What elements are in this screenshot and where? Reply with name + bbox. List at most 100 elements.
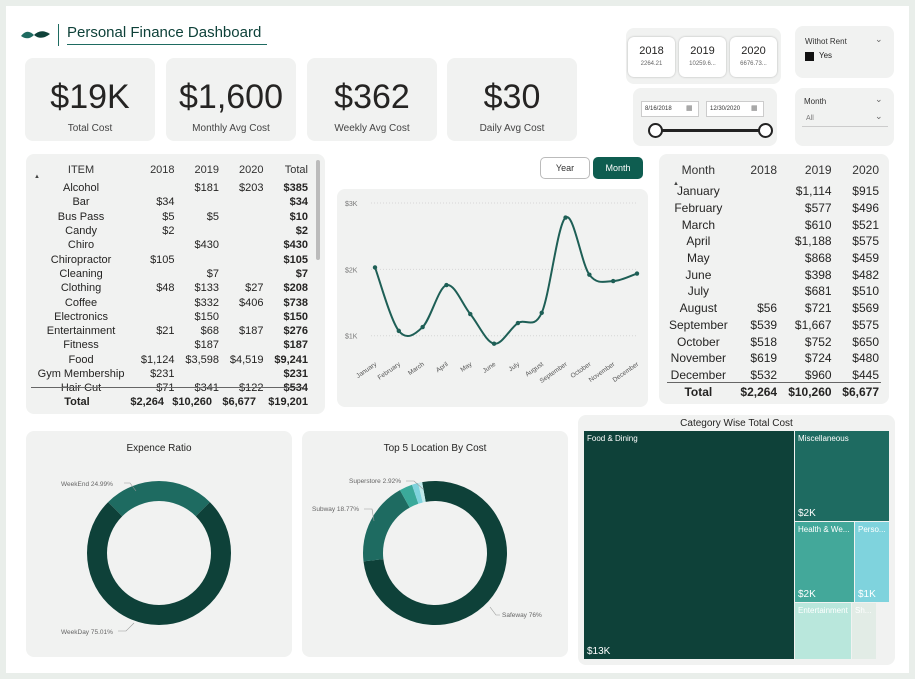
table-cell: March [681, 217, 716, 232]
item-table: ITEM 2018 2019 2020 Total Alcohol $181 $20… [29, 159, 311, 395]
month-toggle-button[interactable]: Month [593, 157, 643, 179]
table-cell: December [670, 367, 727, 382]
x-tick-label: June [482, 361, 498, 375]
table-row[interactable]: Clothing $48 $133 $27 $208 [29, 281, 311, 295]
slider-end-handle[interactable] [758, 123, 773, 138]
table-row[interactable]: Chiropractor $105 $105 [29, 252, 311, 266]
table-cell [178, 252, 222, 266]
table-row[interactable]: Alcohol $181 $203 $385 [29, 181, 311, 195]
table-row[interactable]: Chiro $430 $430 [29, 238, 311, 252]
category-treemap: Food & Dining $13K Miscellaneous $2K Health … [584, 431, 889, 659]
table-row[interactable]: January $1,114 $915 [663, 183, 883, 200]
table-cell [734, 266, 781, 283]
table-row[interactable]: Entertainment $21 $68 $187 $276 [29, 324, 311, 338]
rent-filter-option: Yes [819, 51, 833, 60]
table-row[interactable]: March $610 $521 [663, 216, 883, 233]
chevron-down-icon[interactable]: ⌄ [875, 94, 883, 105]
column-header[interactable]: 2020 [836, 157, 883, 183]
table-cell [222, 195, 266, 209]
table-row[interactable]: Food $1,124 $3,598 $4,519 $9,241 [29, 353, 311, 367]
table-cell: $181 [194, 182, 220, 195]
treemap-tile[interactable]: Health & We... $2K [795, 522, 854, 602]
table-cell: $231 [150, 368, 175, 380]
year-card-2018[interactable]: 2018 2264.21 [628, 37, 675, 77]
table-cell [178, 367, 222, 381]
column-header[interactable]: 2018 [734, 157, 781, 183]
treemap-tile[interactable]: Food & Dining $13K [584, 431, 794, 659]
table-cell: $2,264 [740, 384, 778, 399]
x-tick-label: February [377, 360, 403, 381]
table-cell: $122 [239, 382, 264, 395]
table-cell: $569 [852, 301, 879, 316]
total-divider [667, 382, 881, 383]
table-cell: Coffee [64, 296, 98, 309]
table-row[interactable]: Bar $34 $34 [29, 195, 311, 209]
table-row[interactable]: April $1,188 $575 [663, 233, 883, 250]
table-cell: $510 [852, 284, 879, 299]
table-cell: $960 [804, 367, 832, 382]
column-header[interactable]: 2018 [133, 159, 177, 181]
donut-slice [108, 481, 210, 517]
column-header[interactable]: 2020 [222, 159, 266, 181]
calendar-icon[interactable]: ▦ [686, 104, 693, 112]
table-cell: $187 [194, 339, 220, 352]
year-card-2020[interactable]: 2020 6676.73... [730, 37, 777, 77]
table-row[interactable]: Gym Membership $231 $231 [29, 367, 311, 381]
table-row[interactable]: Fitness $187 $187 [29, 338, 311, 352]
table-cell: $619 [750, 351, 778, 366]
checkbox-icon[interactable] [805, 52, 814, 61]
treemap-tile[interactable]: Entertainment [795, 603, 851, 659]
table-cell [222, 338, 266, 352]
table-cell: $187 [239, 325, 264, 338]
table-row[interactable]: Bus Pass $5 $5 $10 [29, 210, 311, 224]
table-cell [133, 181, 177, 195]
table-cell: $208 [283, 282, 308, 295]
table-row[interactable]: May $868 $459 [663, 250, 883, 267]
table-cell: $3,598 [185, 353, 220, 366]
table-cell: May [687, 251, 710, 266]
table-row[interactable]: Hair Cut $71 $341 $122 $534 [29, 381, 311, 395]
table-cell: Cleaning [59, 267, 103, 280]
month-select[interactable]: All ⌄ [802, 111, 888, 127]
data-point [468, 311, 473, 317]
table-row[interactable]: November $619 $724 $480 [663, 350, 883, 367]
treemap-tile[interactable]: Sh... [852, 603, 876, 659]
column-header[interactable]: ITEM [29, 159, 133, 181]
table-row[interactable]: Candy $2 $2 [29, 224, 311, 238]
table-row[interactable]: Coffee $332 $406 $738 [29, 295, 311, 309]
table-cell: $532 [750, 367, 778, 382]
slice-label: Safeway 76% [502, 612, 542, 619]
treemap-tile[interactable]: Miscellaneous $2K [795, 431, 889, 521]
table-cell: Total [684, 384, 713, 399]
table-cell: $534 [283, 382, 308, 395]
table-row[interactable]: February $577 $496 [663, 200, 883, 217]
year-card-2019[interactable]: 2019 10259.6... [679, 37, 726, 77]
table-row[interactable]: June $398 $482 [663, 266, 883, 283]
year-toggle-button[interactable]: Year [540, 157, 590, 179]
table-cell [734, 216, 781, 233]
table-scrollbar[interactable] [316, 160, 320, 260]
table-row[interactable]: August $56 $721 $569 [663, 300, 883, 317]
table-row[interactable]: September $539 $1,667 $575 [663, 317, 883, 334]
date-range-slicer: 8/16/2018 ▦ 12/30/2020 ▦ [633, 88, 777, 146]
page-title: Personal Finance Dashboard [67, 24, 262, 41]
table-row[interactable]: Electronics $150 $150 [29, 310, 311, 324]
column-header[interactable]: 2019 [781, 157, 835, 183]
start-date-value: 8/16/2018 [645, 106, 672, 112]
slider-track[interactable] [655, 129, 765, 132]
column-header[interactable]: Month [663, 157, 734, 183]
table-cell: $150 [194, 310, 220, 323]
slider-start-handle[interactable] [648, 123, 663, 138]
treemap-tile-label: Entertainment [798, 606, 848, 615]
chevron-down-icon[interactable]: ⌄ [875, 34, 883, 45]
rent-filter[interactable]: Withot Rent ⌄ Yes [795, 26, 894, 78]
column-header[interactable]: 2019 [178, 159, 222, 181]
y-tick-label: $2K [345, 267, 358, 274]
table-row[interactable]: Cleaning $7 $7 [29, 267, 311, 281]
table-row[interactable]: October $518 $752 $650 [663, 333, 883, 350]
column-header[interactable]: Total [266, 159, 311, 181]
treemap-tile[interactable]: Perso... $1K [855, 522, 889, 602]
table-row[interactable]: December $532 $960 $445 [663, 367, 883, 384]
calendar-icon[interactable]: ▦ [751, 104, 758, 112]
table-row[interactable]: July $681 $510 [663, 283, 883, 300]
